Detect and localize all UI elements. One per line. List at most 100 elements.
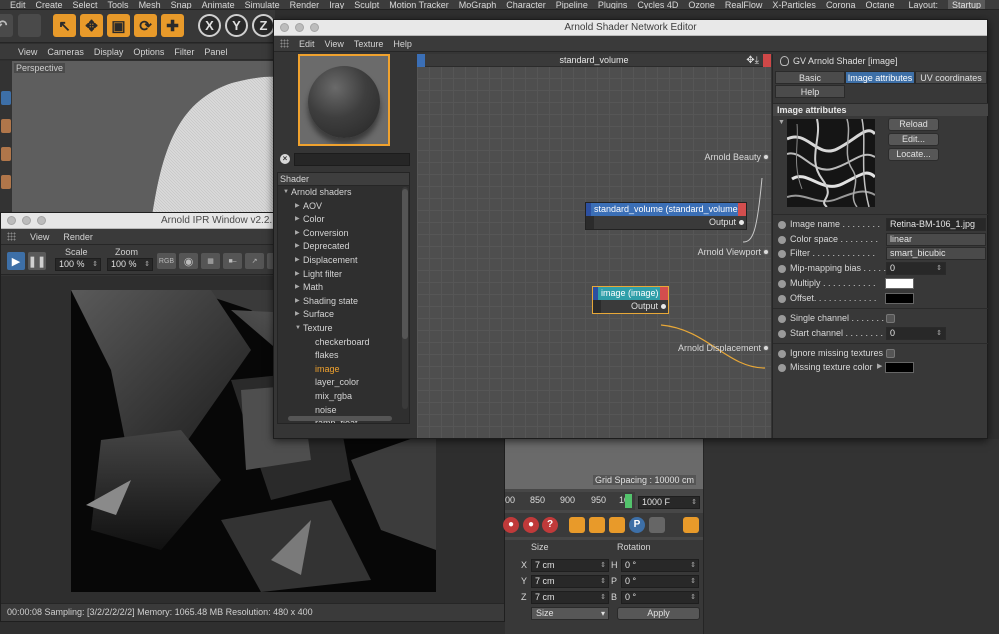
param-bullet[interactable] <box>778 364 786 372</box>
edges-mode-icon[interactable] <box>1 175 11 189</box>
expand-arrow-icon[interactable]: ▶ <box>295 227 300 241</box>
viewport-menu-filter[interactable]: Filter <box>174 47 194 57</box>
tree-item-displacement[interactable]: ▶ Displacement <box>278 254 409 268</box>
menu-simulate[interactable]: Simulate <box>245 0 280 9</box>
expand-arrow-icon[interactable]: ▶ <box>295 200 300 214</box>
tree-item-checkerboard[interactable]: checkerboard <box>278 336 409 350</box>
tree-item-surface[interactable]: ▶ Surface <box>278 308 409 322</box>
editor-menu-texture[interactable]: Texture <box>354 39 384 49</box>
menu-render[interactable]: Render <box>290 0 320 9</box>
z-axis-lock-icon[interactable]: Z <box>252 14 275 37</box>
menu-ozone[interactable]: Ozone <box>688 0 715 9</box>
ignore-missing-checkbox[interactable] <box>886 349 895 358</box>
viewport-menu-view[interactable]: View <box>18 47 37 57</box>
node-graph-canvas[interactable]: Arnold Beauty Arnold Viewport Arnold Dis… <box>417 54 771 438</box>
compare-icon[interactable]: ■– <box>223 253 242 269</box>
menu-mesh[interactable]: Mesh <box>139 0 161 9</box>
key-grid-icon[interactable] <box>649 517 665 533</box>
node-standard-volume[interactable]: standard_volume (standard_volume) Output <box>585 202 747 230</box>
film-strip-icon[interactable] <box>683 517 699 533</box>
tree-item-texture[interactable]: ▼ Texture <box>278 322 409 336</box>
tree-item-color[interactable]: ▶ Color <box>278 213 409 227</box>
record-icon[interactable]: ● <box>503 517 519 533</box>
scale-tool-icon[interactable]: ▣ <box>107 14 130 37</box>
ipr-minimize-button[interactable] <box>22 216 31 225</box>
single-channel-checkbox[interactable] <box>886 314 895 323</box>
param-bullet[interactable] <box>778 315 786 323</box>
key-move-icon[interactable] <box>569 517 585 533</box>
editor-menu-edit[interactable]: Edit <box>299 39 315 49</box>
ipr-zoom-button[interactable] <box>37 216 46 225</box>
param-bullet[interactable] <box>778 350 786 358</box>
expand-arrow-icon[interactable]: ▶ <box>295 281 300 295</box>
param-bullet[interactable] <box>778 330 786 338</box>
menu-animate[interactable]: Animate <box>202 0 235 9</box>
reload-button[interactable]: Reload <box>888 118 939 131</box>
move-tool-icon[interactable]: ✥ <box>80 14 103 37</box>
tree-item-aov[interactable]: ▶ AOV <box>278 200 409 214</box>
export-icon[interactable]: ↗ <box>245 253 264 269</box>
globe-icon[interactable]: ◉ <box>179 253 198 269</box>
node-image[interactable]: image (image) Output <box>592 286 669 314</box>
mip-bias-field[interactable]: 0 <box>886 262 946 275</box>
keyframe-help-icon[interactable]: ? <box>542 517 558 533</box>
menu-tools[interactable]: Tools <box>108 0 129 9</box>
x-axis-lock-icon[interactable]: X <box>198 14 221 37</box>
tree-item-conversion[interactable]: ▶ Conversion <box>278 227 409 241</box>
menu-plugins[interactable]: Plugins <box>598 0 628 9</box>
tab-image-attributes[interactable]: Image attributes <box>845 71 915 84</box>
menu-octane[interactable]: Octane <box>865 0 894 9</box>
texture-mode-icon[interactable] <box>1 119 11 133</box>
expand-arrow-icon[interactable]: ▶ <box>295 308 300 322</box>
menu-pipeline[interactable]: Pipeline <box>556 0 588 9</box>
pause-icon[interactable]: ❚❚ <box>28 252 46 270</box>
collapse-arrow-icon[interactable]: ▼ <box>778 119 785 126</box>
rotate-tool-icon[interactable]: ⟳ <box>134 14 157 37</box>
edit-button[interactable]: Edit... <box>888 133 939 146</box>
coord-mode-dropdown[interactable]: Size <box>531 607 609 620</box>
key-scale-icon[interactable] <box>589 517 605 533</box>
model-mode-icon[interactable] <box>1 91 11 105</box>
tab-basic[interactable]: Basic <box>775 71 845 84</box>
port-viewport-dot[interactable] <box>763 249 769 255</box>
tree-item-math[interactable]: ▶ Math <box>278 281 409 295</box>
expand-arrow-icon[interactable]: ▶ <box>877 362 882 370</box>
redo-icon[interactable] <box>18 14 41 37</box>
tree-item-arnold-shaders[interactable]: ▼ Arnold shaders <box>278 186 409 200</box>
menu-xparticles[interactable]: X-Particles <box>772 0 816 9</box>
start-channel-field[interactable]: 0 <box>886 327 946 340</box>
zoom-field[interactable]: 100 % <box>107 258 153 271</box>
missing-color-swatch[interactable] <box>885 362 914 373</box>
menu-corona[interactable]: Corona <box>826 0 856 9</box>
menu-create[interactable]: Create <box>36 0 63 9</box>
shader-search-input[interactable] <box>294 153 410 166</box>
size-y-field[interactable]: 7 cm <box>531 575 609 588</box>
output-port-dot[interactable] <box>661 304 666 309</box>
expand-arrow-icon[interactable]: ▶ <box>295 295 300 309</box>
apply-button[interactable]: Apply <box>617 607 700 620</box>
tree-item-flakes[interactable]: flakes <box>278 349 409 363</box>
tree-item-layer-color[interactable]: layer_color <box>278 376 409 390</box>
viewport-menu-options[interactable]: Options <box>133 47 164 57</box>
perspective-viewport[interactable]: Perspective <box>12 61 275 216</box>
editor-menu-view[interactable]: View <box>325 39 344 49</box>
points-mode-icon[interactable] <box>1 147 11 161</box>
output-port-dot[interactable] <box>739 220 744 225</box>
port-displacement-dot[interactable] <box>763 345 769 351</box>
autokey-icon[interactable]: ● <box>523 517 539 533</box>
tab-help[interactable]: Help <box>775 85 845 98</box>
menu-iray[interactable]: Iray <box>329 0 344 9</box>
recent-tool-icon[interactable]: ✚ <box>161 14 184 37</box>
editor-titlebar[interactable]: Arnold Shader Network Editor <box>274 20 987 36</box>
key-rotate-icon[interactable] <box>609 517 625 533</box>
menu-realflow[interactable]: RealFlow <box>725 0 763 9</box>
material-preview[interactable] <box>298 54 390 146</box>
rotation-p-field[interactable]: 0 ° <box>621 575 699 588</box>
expand-arrow-icon[interactable]: ▶ <box>295 254 300 268</box>
undo-icon[interactable]: ↶ <box>0 14 13 37</box>
tree-horizontal-scrollbar[interactable] <box>288 416 392 421</box>
color-space-dropdown[interactable]: linear <box>886 233 986 246</box>
filter-dropdown[interactable]: smart_bicubic <box>886 247 986 260</box>
editor-menu-help[interactable]: Help <box>393 39 412 49</box>
viewport-menu-cameras[interactable]: Cameras <box>47 47 84 57</box>
